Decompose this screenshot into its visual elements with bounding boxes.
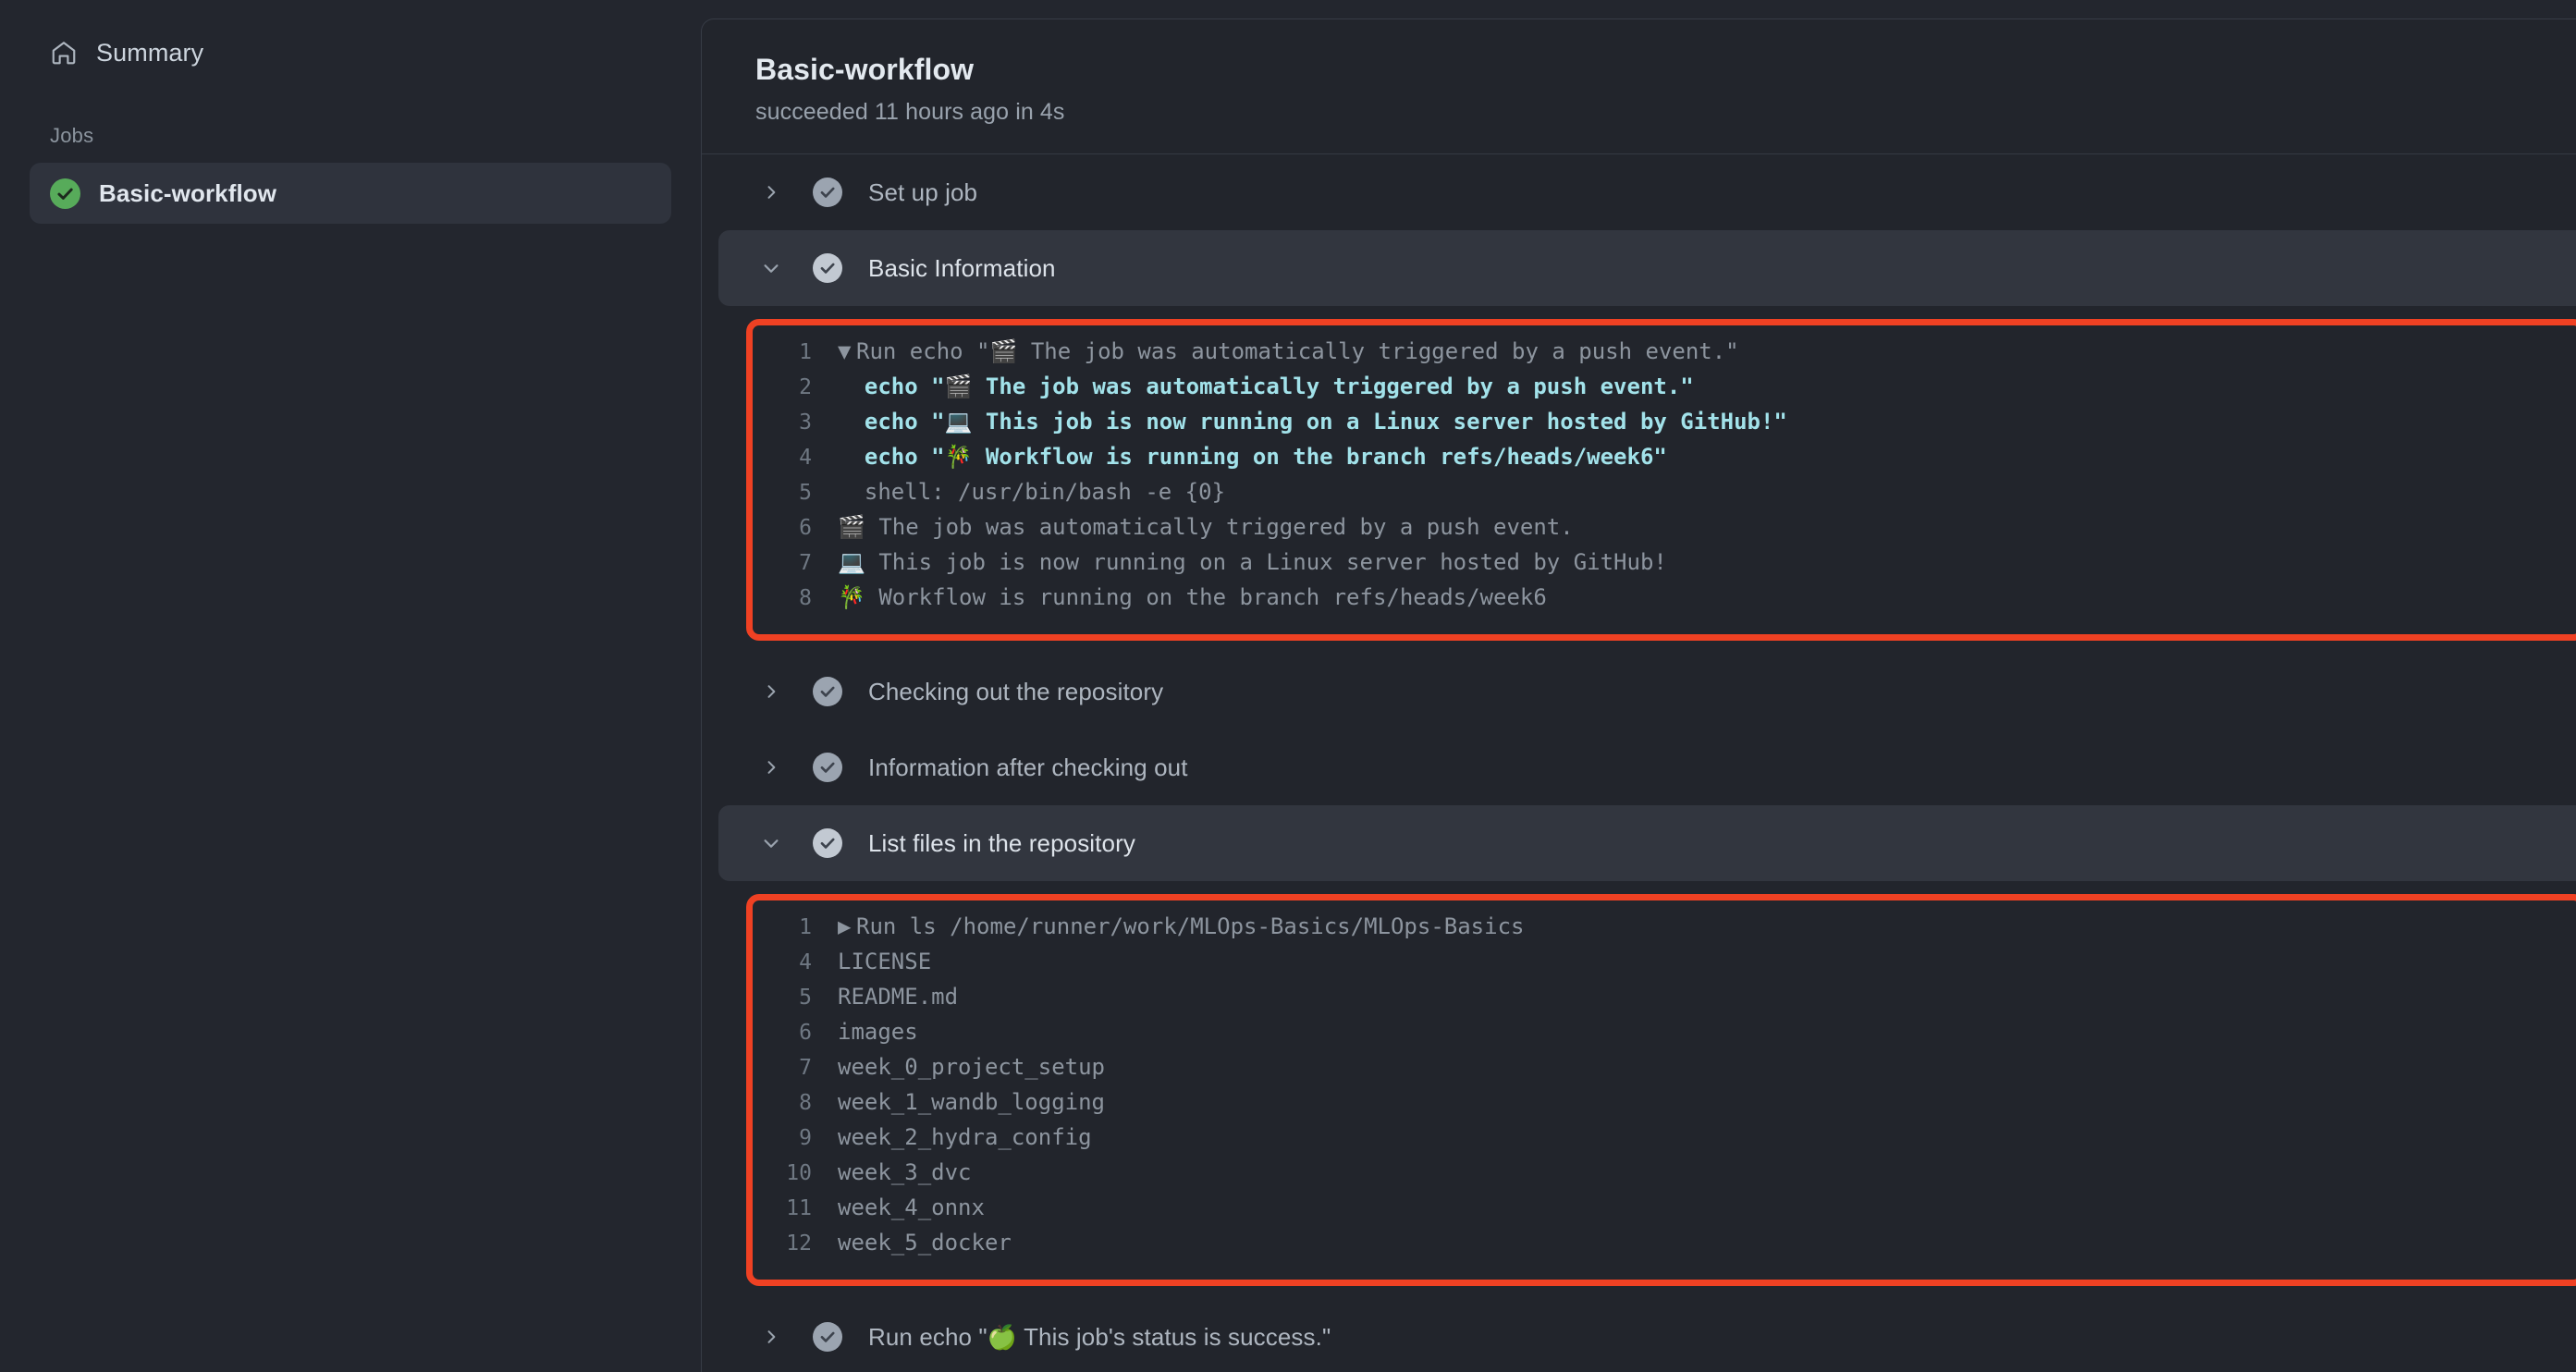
check-circle-icon xyxy=(50,178,80,209)
log-line: 6 🎬 The job was automatically triggered b… xyxy=(753,514,2576,549)
log-line-text: week_5_docker xyxy=(838,1230,1012,1256)
sidebar-item-basic-workflow-label: Basic-workflow xyxy=(99,179,276,208)
step-status-check-icon xyxy=(813,753,842,782)
log-line-number: 1 xyxy=(753,340,812,364)
chevron-right-icon[interactable] xyxy=(759,1328,783,1346)
step-row[interactable]: Run echo "🍏 This job's status is success… xyxy=(718,1299,2576,1372)
step-label: Checking out the repository xyxy=(868,678,1163,706)
chevron-down-icon[interactable] xyxy=(759,833,783,853)
step-row[interactable]: Basic Information xyxy=(718,230,2576,306)
log-line-number: 4 xyxy=(753,446,812,470)
log-line-number: 4 xyxy=(753,950,812,974)
log-line: 5 README.md xyxy=(753,984,2576,1019)
step-status-check-icon xyxy=(813,828,842,858)
log-line-number: 7 xyxy=(753,1056,812,1080)
log-line: 8 week_1_wandb_logging xyxy=(753,1089,2576,1124)
log-line-number: 3 xyxy=(753,410,812,435)
log-line-number: 5 xyxy=(753,481,812,505)
step-status-check-icon xyxy=(813,1322,842,1352)
log-line: 10 week_3_dvc xyxy=(753,1159,2576,1194)
sidebar: Summary Jobs Basic-workflow xyxy=(0,0,701,1372)
log-line-text: echo "🎋 Workflow is running on the branc… xyxy=(838,444,1667,470)
log-line: 4 LICENSE xyxy=(753,949,2576,984)
log-line: 6 images xyxy=(753,1019,2576,1054)
group-collapse-icon[interactable]: ▼ xyxy=(838,338,856,364)
chevron-down-icon[interactable] xyxy=(759,258,783,278)
step-row[interactable]: Information after checking out xyxy=(718,729,2576,805)
log-line-number: 6 xyxy=(753,1021,812,1045)
log-line-number: 8 xyxy=(753,1091,812,1115)
workflow-run-page: Summary Jobs Basic-workflow Basic-workfl… xyxy=(0,0,2576,1372)
group-expand-icon[interactable]: ▶ xyxy=(838,913,856,939)
log-line: 8 🎋 Workflow is running on the branch ref… xyxy=(753,584,2576,619)
chevron-right-icon[interactable] xyxy=(759,682,783,701)
log-line-text: week_3_dvc xyxy=(838,1159,972,1185)
log-line-number: 10 xyxy=(753,1161,812,1185)
step-label: Set up job xyxy=(868,178,977,207)
log-line-text: shell: /usr/bin/bash -e {0} xyxy=(838,479,1225,505)
sidebar-jobs-heading: Jobs xyxy=(50,124,671,148)
page-title: Basic-workflow xyxy=(755,53,2576,87)
log-line-number: 6 xyxy=(753,516,812,540)
log-line: 1 ▶Run ls /home/runner/work/MLOps-Basics/… xyxy=(753,913,2576,949)
step-row[interactable]: List files in the repository xyxy=(718,805,2576,881)
sidebar-item-summary-label: Summary xyxy=(96,39,203,67)
log-line: 12 week_5_docker xyxy=(753,1230,2576,1265)
log-line-text: Run ls /home/runner/work/MLOps-Basics/ML… xyxy=(856,913,1524,939)
log-line-text: week_2_hydra_config xyxy=(838,1124,1092,1150)
step-row[interactable]: Set up job xyxy=(718,154,2576,230)
log-line-text: 🎋 Workflow is running on the branch refs… xyxy=(838,584,1547,610)
log-line-number: 11 xyxy=(753,1196,812,1220)
log-line-number: 2 xyxy=(753,375,812,399)
log-line-text: echo "💻 This job is now running on a Lin… xyxy=(838,409,1787,435)
log-line-number: 1 xyxy=(753,915,812,939)
log-line-text: week_1_wandb_logging xyxy=(838,1089,1105,1115)
log-line-text: images xyxy=(838,1019,918,1045)
step-label: List files in the repository xyxy=(868,829,1135,858)
log-line-number: 8 xyxy=(753,586,812,610)
sidebar-item-summary[interactable]: Summary xyxy=(30,26,671,80)
log-line-number: 12 xyxy=(753,1231,812,1256)
log-line: 11 week_4_onnx xyxy=(753,1194,2576,1230)
log-line: 7 💻 This job is now running on a Linux se… xyxy=(753,549,2576,584)
log-line-number: 7 xyxy=(753,551,812,575)
log-line-text: LICENSE xyxy=(838,949,931,974)
home-icon xyxy=(50,39,78,67)
log-line-text: README.md xyxy=(838,984,958,1010)
job-status-summary: succeeded 11 hours ago in 4s xyxy=(755,99,2576,126)
step-log-block: 1 ▶Run ls /home/runner/work/MLOps-Basics/… xyxy=(746,894,2576,1286)
sidebar-item-basic-workflow[interactable]: Basic-workflow xyxy=(30,163,671,224)
step-status-check-icon xyxy=(813,253,842,283)
log-line: 7 week_0_project_setup xyxy=(753,1054,2576,1089)
job-detail-panel: Basic-workflow succeeded 11 hours ago in… xyxy=(701,18,2576,1372)
chevron-right-icon[interactable] xyxy=(759,758,783,777)
step-label: Run echo "🍏 This job's status is success… xyxy=(868,1323,1331,1352)
log-line-text: Run echo "🎬 The job was automatically tr… xyxy=(856,338,1739,364)
step-log-block: 1 ▼Run echo "🎬 The job was automatically … xyxy=(746,319,2576,641)
log-line-text: echo "🎬 The job was automatically trigge… xyxy=(838,374,1694,399)
step-label: Information after checking out xyxy=(868,753,1188,782)
log-line: 2 echo "🎬 The job was automatically trig… xyxy=(753,374,2576,409)
log-line-text: 💻 This job is now running on a Linux ser… xyxy=(838,549,1667,575)
step-row[interactable]: Checking out the repository xyxy=(718,654,2576,729)
log-line-text: week_0_project_setup xyxy=(838,1054,1105,1080)
log-line: 5 shell: /usr/bin/bash -e {0} xyxy=(753,479,2576,514)
chevron-right-icon[interactable] xyxy=(759,183,783,202)
log-line: 1 ▼Run echo "🎬 The job was automatically … xyxy=(753,338,2576,374)
step-status-check-icon xyxy=(813,677,842,706)
log-line-text: 🎬 The job was automatically triggered by… xyxy=(838,514,1574,540)
step-label: Basic Information xyxy=(868,254,1056,283)
job-header: Basic-workflow succeeded 11 hours ago in… xyxy=(702,19,2576,154)
log-line-number: 9 xyxy=(753,1126,812,1150)
steps-list: Set up job Basic Information 1 ▼Run echo "🎬… xyxy=(702,154,2576,1372)
log-line: 9 week_2_hydra_config xyxy=(753,1124,2576,1159)
log-line-number: 5 xyxy=(753,986,812,1010)
log-line-text: week_4_onnx xyxy=(838,1194,985,1220)
log-line: 3 echo "💻 This job is now running on a L… xyxy=(753,409,2576,444)
log-line: 4 echo "🎋 Workflow is running on the bra… xyxy=(753,444,2576,479)
step-status-check-icon xyxy=(813,178,842,207)
